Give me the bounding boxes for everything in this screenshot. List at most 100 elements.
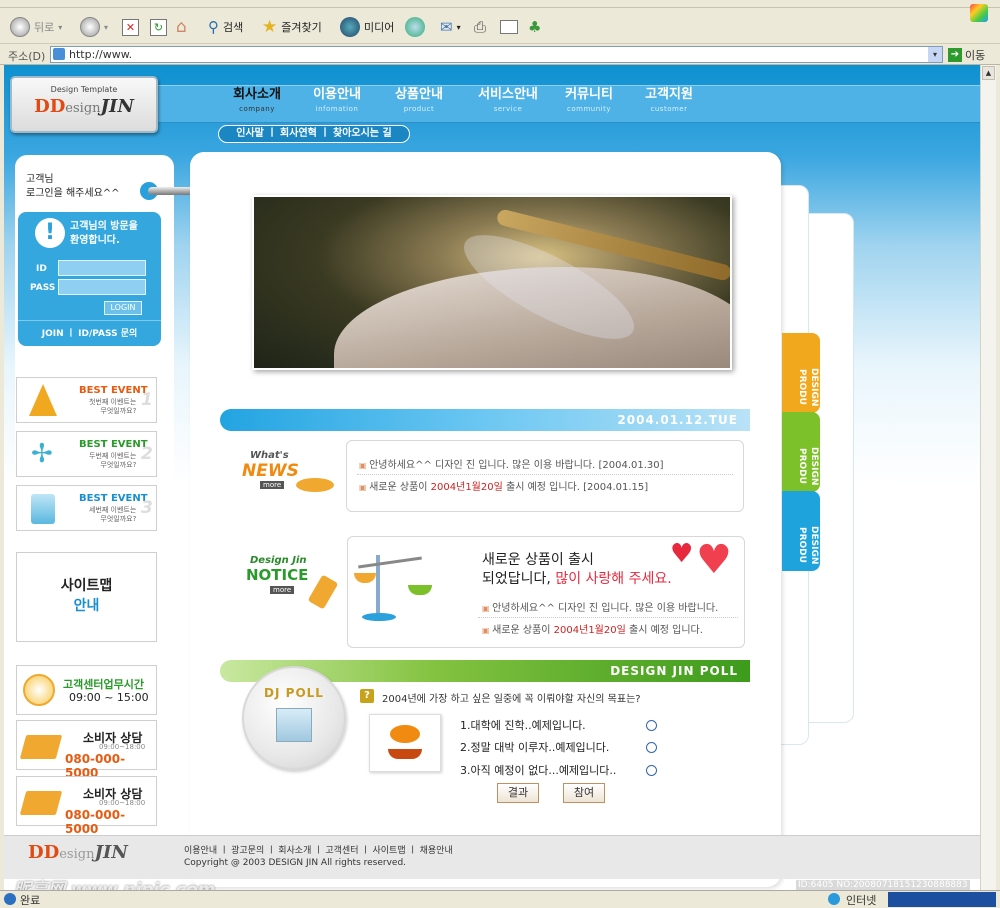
clock-icon — [23, 674, 55, 706]
mail-icon: ✉ — [440, 18, 453, 36]
main-nav: 회사소개 company 이용안내 infomation 상품안내 product 서… — [152, 85, 980, 123]
poll-radio-3[interactable] — [646, 765, 657, 776]
poll-option: 1.대학에 진학..예제입니다. — [460, 719, 586, 732]
web-page: 회사소개 company 이용안내 infomation 상품안내 product 서… — [4, 65, 980, 890]
nav-customer[interactable]: 고객지원 customer — [636, 87, 702, 117]
pinwheel-icon: ✢ — [31, 439, 53, 469]
favorites-button[interactable]: ★ 즐겨찾기 — [262, 15, 322, 39]
poll-badge: DJ POLL — [242, 666, 346, 770]
poll-radio-2[interactable] — [646, 742, 657, 753]
poll-vote-button[interactable]: 참여 — [563, 783, 605, 803]
gift-box-icon — [276, 708, 312, 742]
poll-result-button[interactable]: 결과 — [497, 783, 539, 803]
notice-item[interactable]: 새로운 상품이 2004년1월20일 출시 예정 입니다. — [482, 621, 703, 636]
history-icon — [405, 17, 425, 37]
site-footer: DDesignJIN 이용안내 ㅣ 광고문의 ㅣ 회사소개 ㅣ 고객센터 ㅣ 사… — [4, 835, 980, 879]
search-icon: ⚲ — [208, 18, 219, 36]
search-button[interactable]: ⚲ 검색 — [208, 15, 243, 39]
nav-community[interactable]: 커뮤니티 community — [556, 87, 622, 117]
laptop-icon — [19, 791, 63, 815]
side-tab-design-3[interactable]: DESIGN PRODU — [782, 491, 820, 571]
messenger-icon: ♣ — [528, 18, 542, 36]
browser-toolbar: 뒤로 ▾ ▾ ✕ ↻ ⌂ ⚲ 검색 ★ 즐겨찾기 미디어 ✉ ▾ ⎙ ♣ — [0, 4, 1000, 44]
question-icon: ? — [360, 689, 374, 703]
media-icon — [340, 17, 360, 37]
site-logo[interactable]: Design Template DDesignJIN — [10, 76, 158, 133]
password-input[interactable] — [58, 279, 146, 295]
event-card-1[interactable]: BEST EVENT 첫번째 이벤트는 무엇일까요? 1 — [16, 377, 157, 423]
sub-nav[interactable]: 인사말 ㅣ 회사연혁 ㅣ 찾아오시는 길 — [218, 125, 410, 143]
chevron-down-icon: ▾ — [104, 22, 109, 32]
news-label[interactable]: What's NEWS more — [240, 450, 340, 500]
windows-logo-icon — [970, 1, 988, 25]
back-button[interactable]: 뒤로 ▾ — [10, 15, 62, 39]
info-icon: ! — [35, 218, 65, 248]
history-button[interactable] — [405, 15, 425, 39]
star-icon: ★ — [262, 17, 278, 37]
news-graphic-icon — [296, 478, 334, 492]
heart-icon: ♥ — [696, 537, 732, 583]
refresh-icon: ↻ — [150, 18, 167, 36]
news-item[interactable]: 안녕하세요^^ 디자인 진 입니다. 많은 이용 바랍니다. [2004.01.… — [359, 456, 663, 471]
media-button[interactable]: 미디어 — [340, 15, 394, 39]
edit-button[interactable] — [500, 15, 518, 39]
notice-label[interactable]: Design Jin NOTICE more — [244, 555, 344, 615]
refresh-button[interactable]: ↻ — [150, 15, 167, 39]
vertical-scrollbar[interactable]: ▲ — [980, 65, 996, 890]
poll-option: 3.아직 예정이 없다...예제입니다.. — [460, 764, 617, 777]
scroll-up-icon[interactable]: ▲ — [982, 66, 995, 80]
news-more-button[interactable]: more — [260, 481, 285, 489]
event-card-2[interactable]: ✢ BEST EVENT 두번째 이벤트는 무엇일까요? 2 — [16, 431, 157, 477]
hours-card: 고객센터업무시간 09:00 ~ 15:00 — [16, 665, 157, 715]
stop-button[interactable]: ✕ — [122, 15, 139, 39]
home-button[interactable]: ⌂ — [176, 15, 187, 39]
address-input[interactable]: http://www. ▾ — [50, 46, 943, 63]
nav-information[interactable]: 이용안내 infomation — [304, 87, 370, 117]
print-button[interactable]: ⎙ — [474, 15, 486, 39]
event-card-3[interactable]: BEST EVENT 세번째 이벤트는 무엇일까요? 3 — [16, 485, 157, 531]
address-label: 주소(D) — [8, 50, 46, 63]
forward-button[interactable]: ▾ — [80, 15, 108, 39]
party-hat-icon — [29, 384, 57, 416]
poll-image — [369, 714, 441, 772]
back-arrow-icon — [10, 17, 30, 37]
id-input[interactable] — [58, 260, 146, 276]
laptop-icon — [19, 735, 63, 759]
consult-card-1[interactable]: 소비자 상담 09:00~18:00 080-000-5000 — [16, 720, 157, 780]
side-tab-design-1[interactable]: DESIGN PRODU — [782, 333, 820, 413]
dragonfly-photo — [252, 195, 732, 370]
footer-links[interactable]: 이용안내 ㅣ 광고문의 ㅣ 회사소개 ㅣ 고객센터 ㅣ 사이트맵 ㅣ 채용안내 — [184, 843, 453, 856]
mail-button[interactable]: ✉ ▾ — [440, 15, 461, 39]
go-button[interactable]: ➔ 이동 — [948, 47, 985, 63]
login-button[interactable]: LOGIN — [104, 301, 142, 315]
poll-option: 2.정말 대박 이루자..예제입니다. — [460, 741, 610, 754]
footer-logo: DDesignJIN — [28, 842, 128, 863]
image-id-tag: ID:6405 NO:20080718151230888883 — [796, 880, 970, 890]
side-tab-design-2[interactable]: DESIGN PRODU — [782, 412, 820, 492]
notice-panel: 새로운 상품이 출시 되었답니다, 많이 사랑해 주세요. ♥ ♥ 안녕하세요^… — [347, 536, 745, 648]
sitemap-card[interactable]: 사이트맵 안내 — [16, 552, 157, 642]
home-icon: ⌂ — [176, 17, 187, 37]
poll-question: 2004년에 가장 하고 싶은 일중에 꼭 이뤄야할 자신의 목표는? — [382, 694, 641, 705]
ime-toolbar[interactable] — [888, 892, 996, 907]
notice-item[interactable]: 안녕하세요^^ 디자인 진 입니다. 많은 이용 바랍니다. — [482, 599, 718, 614]
join-link[interactable]: JOIN ㅣ ID/PASS 문의 — [18, 326, 161, 339]
dropdown-icon[interactable]: ▾ — [928, 47, 942, 62]
status-bar: 완료 인터넷 — [0, 890, 1000, 907]
messenger-button[interactable]: ♣ — [528, 15, 541, 39]
consult-card-2[interactable]: 소비자 상담 09:00~18:00 080-000-5000 — [16, 776, 157, 836]
date-bar: 2004.01.12.TUE — [220, 409, 750, 431]
page-icon — [53, 48, 65, 60]
paint-bucket-icon — [31, 494, 55, 524]
welcome-text: 고객님의 방문을 환영합니다. — [70, 221, 138, 246]
nav-product[interactable]: 상품안내 product — [386, 87, 452, 117]
poll-radio-1[interactable] — [646, 720, 657, 731]
menu-bar — [0, 0, 1000, 8]
nav-service[interactable]: 서비스안내 service — [466, 87, 550, 117]
go-arrow-icon: ➔ — [948, 48, 962, 62]
nav-company[interactable]: 회사소개 company — [224, 87, 290, 117]
chevron-down-icon: ▾ — [58, 22, 63, 32]
news-item[interactable]: 새로운 상품이 2004년1월20일 출시 예정 입니다. [2004.01.1… — [359, 478, 648, 493]
watermark: 昵享网 www.nipic.com — [14, 880, 216, 890]
notice-more-button[interactable]: more — [270, 586, 295, 594]
